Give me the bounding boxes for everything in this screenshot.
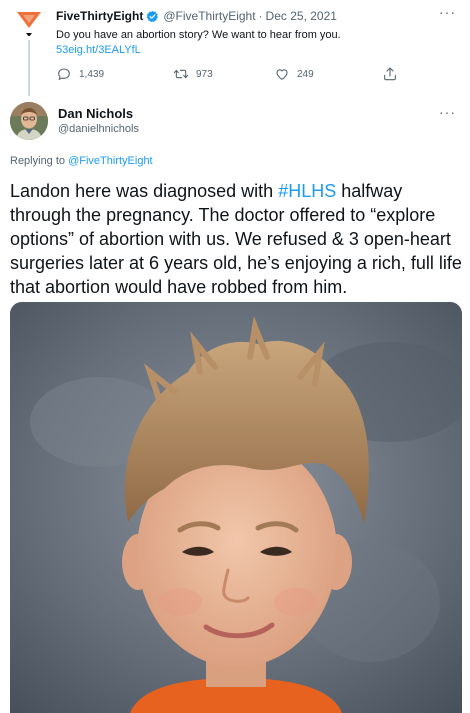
- retweet-icon: [173, 69, 189, 79]
- retweet-count: 973: [196, 68, 213, 80]
- parent-tweet-link[interactable]: 53eig.ht/3EALYfL: [56, 43, 141, 58]
- parent-tweet-text: Do you have an abortion story? We want t…: [56, 29, 341, 41]
- tweet-photo[interactable]: [10, 302, 462, 713]
- author-name[interactable]: Dan Nichols: [58, 106, 133, 121]
- hashtag-link[interactable]: #HLHS: [278, 181, 336, 201]
- replying-to: Replying to @FiveThirtyEight: [10, 155, 153, 167]
- tweet-text: Landon here was diagnosed with #HLHS hal…: [10, 179, 462, 299]
- child-portrait-image: [10, 302, 462, 713]
- verified-badge-icon: [147, 10, 159, 22]
- heart-icon: [276, 69, 288, 80]
- parent-tweet[interactable]: FiveThirtyEight @FiveThirtyEight · Dec 2…: [0, 0, 470, 96]
- author-handle[interactable]: @danielhnichols: [58, 123, 139, 135]
- separator-dot: ·: [258, 9, 263, 23]
- reply-icon: [58, 68, 70, 81]
- share-button[interactable]: [382, 66, 405, 82]
- parent-header: FiveThirtyEight @FiveThirtyEight · Dec 2…: [56, 9, 337, 23]
- user-avatar-image: [10, 102, 48, 140]
- thread-line: [28, 40, 30, 96]
- parent-action-bar: 1,439 973 249: [56, 66, 416, 86]
- replying-to-link[interactable]: @FiveThirtyEight: [68, 155, 153, 167]
- reply-count: 1,439: [79, 68, 105, 80]
- parent-more-options-icon[interactable]: ···: [439, 4, 456, 20]
- tweet-text-start: Landon here was diagnosed with: [10, 181, 279, 201]
- reply-button[interactable]: 1,439: [56, 66, 104, 82]
- fivethirtyeight-logo-icon[interactable]: [14, 6, 44, 36]
- replying-to-label: Replying to: [10, 155, 69, 167]
- share-icon: [384, 67, 396, 81]
- more-options-icon[interactable]: ···: [439, 104, 456, 120]
- retweet-button[interactable]: 973: [173, 66, 213, 82]
- like-button[interactable]: 249: [274, 66, 314, 82]
- parent-author-handle[interactable]: @FiveThirtyEight: [163, 9, 255, 23]
- parent-author-name[interactable]: FiveThirtyEight: [56, 9, 143, 23]
- avatar[interactable]: [10, 102, 48, 140]
- parent-timestamp[interactable]: Dec 25, 2021: [266, 9, 337, 23]
- like-count: 249: [297, 68, 314, 80]
